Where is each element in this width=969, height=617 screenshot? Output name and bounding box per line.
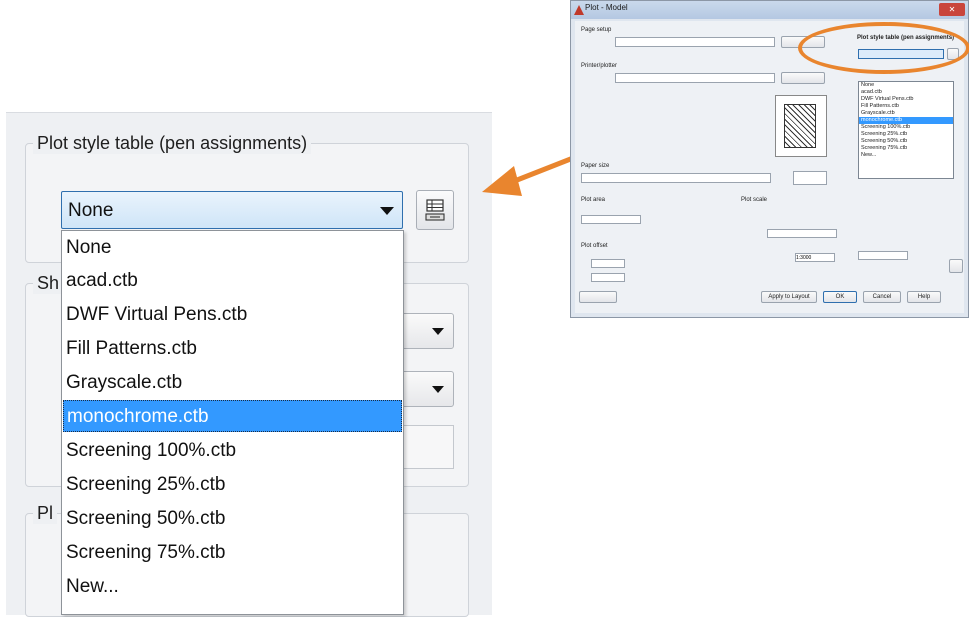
close-icon[interactable]: ✕ (939, 3, 965, 16)
list-item[interactable]: New... (859, 152, 953, 159)
orientation-field[interactable] (858, 251, 908, 260)
paper-size-label: Paper size (581, 163, 610, 169)
ok-button[interactable]: OK (823, 291, 857, 303)
list-item[interactable]: Fill Patterns.ctb (859, 103, 953, 110)
app-logo-icon (574, 5, 584, 15)
list-item-selected[interactable]: monochrome.ctb (859, 117, 953, 124)
scale-value-field[interactable]: 1:3000 (795, 253, 835, 262)
list-item[interactable]: Grayscale.ctb (859, 110, 953, 117)
list-item[interactable]: Screening 50%.ctb (859, 138, 953, 145)
printer-name-field[interactable] (615, 73, 775, 83)
printer-label: Printer/plotter (581, 63, 618, 69)
thumb-plot-style-list[interactable]: None acad.ctb DWF Virtual Pens.ctb Fill … (858, 81, 954, 179)
plot-area-label: Plot area (581, 197, 606, 203)
highlight-oval (798, 22, 969, 74)
what-to-plot-field[interactable] (581, 215, 641, 224)
paper-size-field[interactable] (581, 173, 771, 183)
help-button[interactable]: Help (907, 291, 941, 303)
cancel-button[interactable]: Cancel (863, 291, 901, 303)
offset-y-field[interactable] (591, 273, 625, 282)
dialog-title: Plot - Model (585, 3, 628, 12)
dialog-titlebar: Plot - Model ✕ (571, 1, 968, 19)
list-item[interactable]: Screening 25%.ctb (859, 131, 953, 138)
list-item[interactable]: None (859, 82, 953, 89)
list-item[interactable]: acad.ctb (859, 89, 953, 96)
preview-button[interactable] (579, 291, 617, 303)
plot-offset-label: Plot offset (581, 243, 608, 249)
properties-button[interactable] (781, 72, 825, 84)
offset-x-field[interactable] (591, 259, 625, 268)
paper-preview (775, 95, 827, 157)
plot-scale-label: Plot scale (741, 197, 768, 203)
page-setup-label: Page setup (581, 27, 612, 33)
page-setup-name-field[interactable] (615, 37, 775, 47)
list-item[interactable]: Screening 100%.ctb (859, 124, 953, 131)
apply-to-layout-button[interactable]: Apply to Layout (761, 291, 817, 303)
orientation-button[interactable] (949, 259, 963, 273)
list-item[interactable]: Screening 75%.ctb (859, 145, 953, 152)
list-item[interactable]: DWF Virtual Pens.ctb (859, 96, 953, 103)
copies-field[interactable] (793, 171, 827, 185)
scale-field[interactable] (767, 229, 837, 238)
